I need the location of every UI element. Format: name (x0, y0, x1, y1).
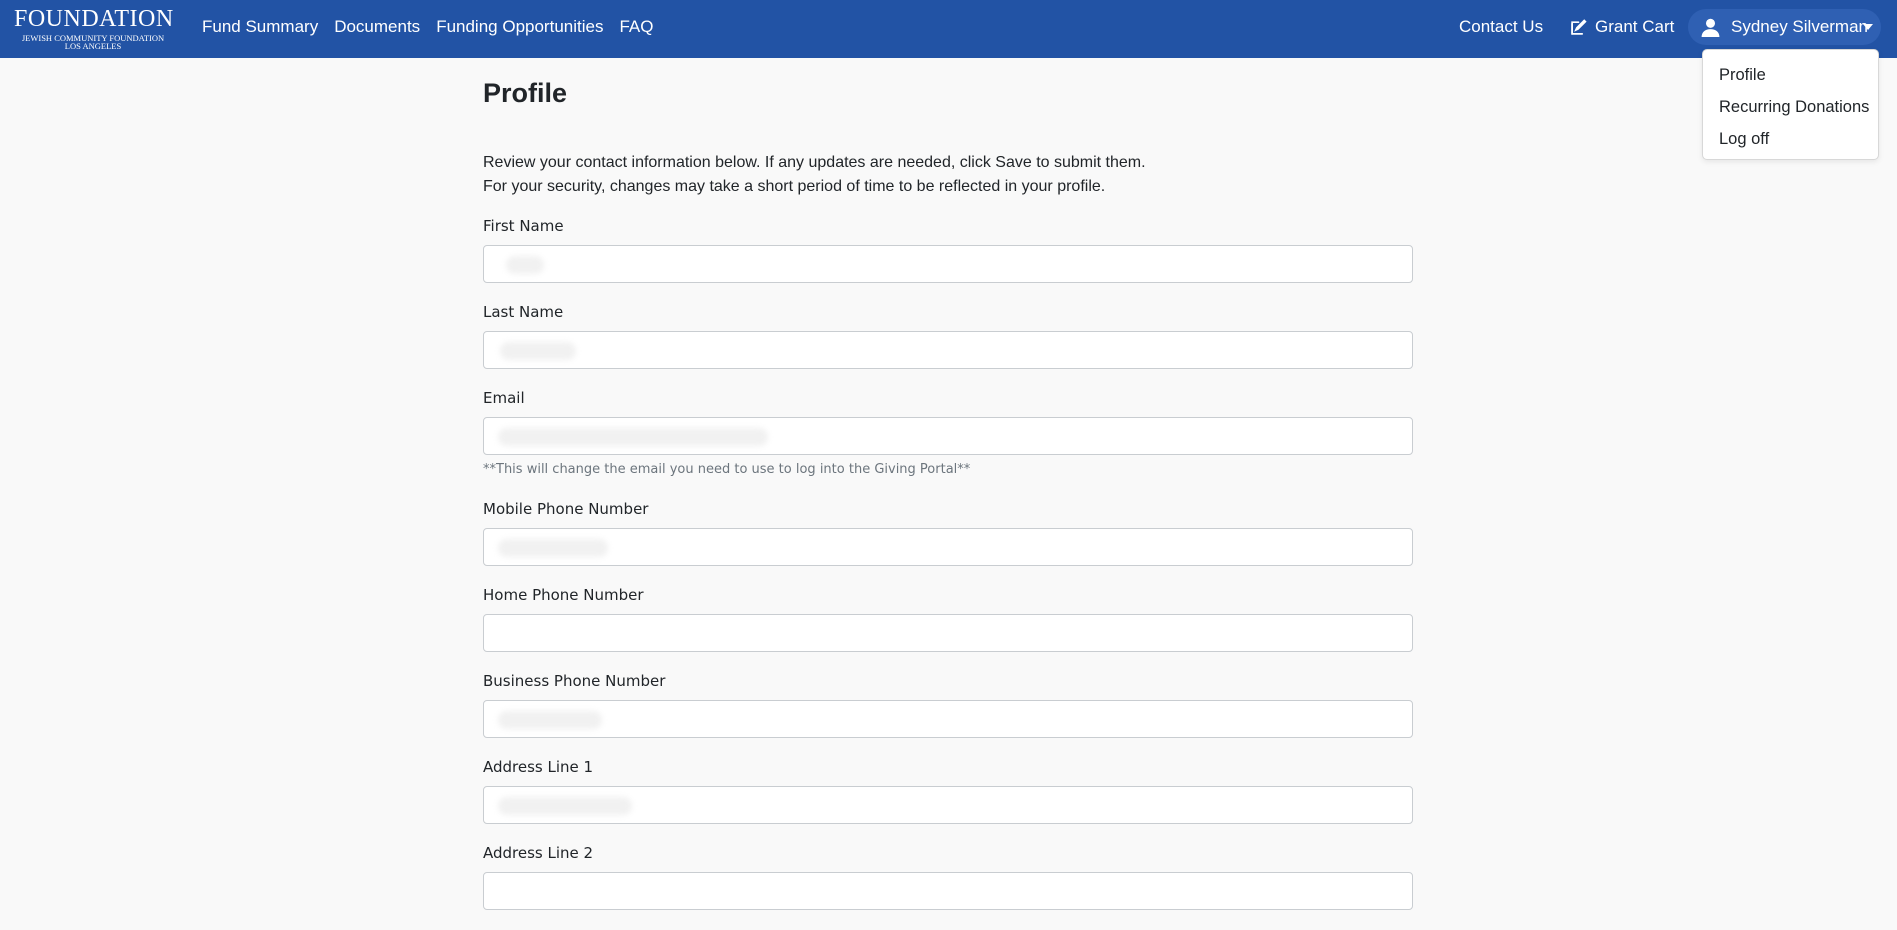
mobile-phone-field[interactable] (483, 528, 1413, 566)
home-phone-field[interactable] (483, 614, 1413, 652)
mobile-phone-label: Mobile Phone Number (483, 500, 649, 518)
user-dropdown-menu: Profile Recurring Donations Log off (1702, 49, 1879, 160)
menu-item-log-off[interactable]: Log off (1703, 123, 1878, 155)
user-name: Sydney Silverman (1731, 17, 1869, 36)
last-name-field[interactable] (483, 331, 1413, 369)
chevron-down-icon (1863, 24, 1873, 30)
address-line-2-field[interactable] (483, 872, 1413, 910)
nav-funding-opportunities[interactable]: Funding Opportunities (436, 17, 603, 37)
intro-line-1: Review your contact information below. I… (483, 154, 1146, 171)
business-phone-label: Business Phone Number (483, 672, 666, 690)
redacted-overlay (500, 342, 576, 360)
user-icon (1701, 18, 1720, 37)
edit-icon (1571, 18, 1587, 35)
address-line-1-label: Address Line 1 (483, 758, 594, 776)
grant-cart-link[interactable]: Grant Cart (1570, 17, 1674, 37)
primary-nav: Fund Summary Documents Funding Opportuni… (202, 0, 653, 54)
nav-documents[interactable]: Documents (334, 17, 420, 37)
nav-faq[interactable]: FAQ (619, 17, 653, 37)
redacted-overlay (498, 539, 608, 557)
intro-line-2: For your security, changes may take a sh… (483, 178, 1106, 195)
home-phone-label: Home Phone Number (483, 586, 644, 604)
intro-text: Review your contact information below. I… (483, 151, 1413, 199)
business-phone-field[interactable] (483, 700, 1413, 738)
page-title: Profile (483, 78, 568, 108)
address-line-1-field[interactable] (483, 786, 1413, 824)
redacted-overlay (506, 256, 544, 274)
email-field[interactable] (483, 417, 1413, 455)
redacted-overlay (498, 428, 768, 446)
last-name-label: Last Name (483, 303, 564, 321)
redacted-overlay (498, 711, 602, 729)
foundation-logo[interactable]: FOUNDATION JEWISH COMMUNITY FOUNDATION L… (14, 5, 174, 51)
first-name-field[interactable] (483, 245, 1413, 283)
nav-fund-summary[interactable]: Fund Summary (202, 17, 318, 37)
menu-item-recurring-donations[interactable]: Recurring Donations (1703, 91, 1878, 123)
menu-item-profile[interactable]: Profile (1703, 59, 1878, 91)
user-menu-button[interactable]: Sydney Silverman (1688, 9, 1881, 45)
grant-cart-label: Grant Cart (1595, 17, 1675, 36)
top-navbar: FOUNDATION JEWISH COMMUNITY FOUNDATION L… (0, 0, 1897, 58)
redacted-overlay (498, 797, 632, 815)
nav-contact-us[interactable]: Contact Us (1459, 17, 1543, 37)
address-line-2-label: Address Line 2 (483, 844, 594, 862)
email-help-text: **This will change the email you need to… (483, 462, 971, 477)
logo-location: LOS ANGELES (64, 41, 122, 51)
email-label: Email (483, 389, 525, 407)
logo-wordmark: FOUNDATION (14, 6, 174, 32)
first-name-label: First Name (483, 217, 564, 235)
